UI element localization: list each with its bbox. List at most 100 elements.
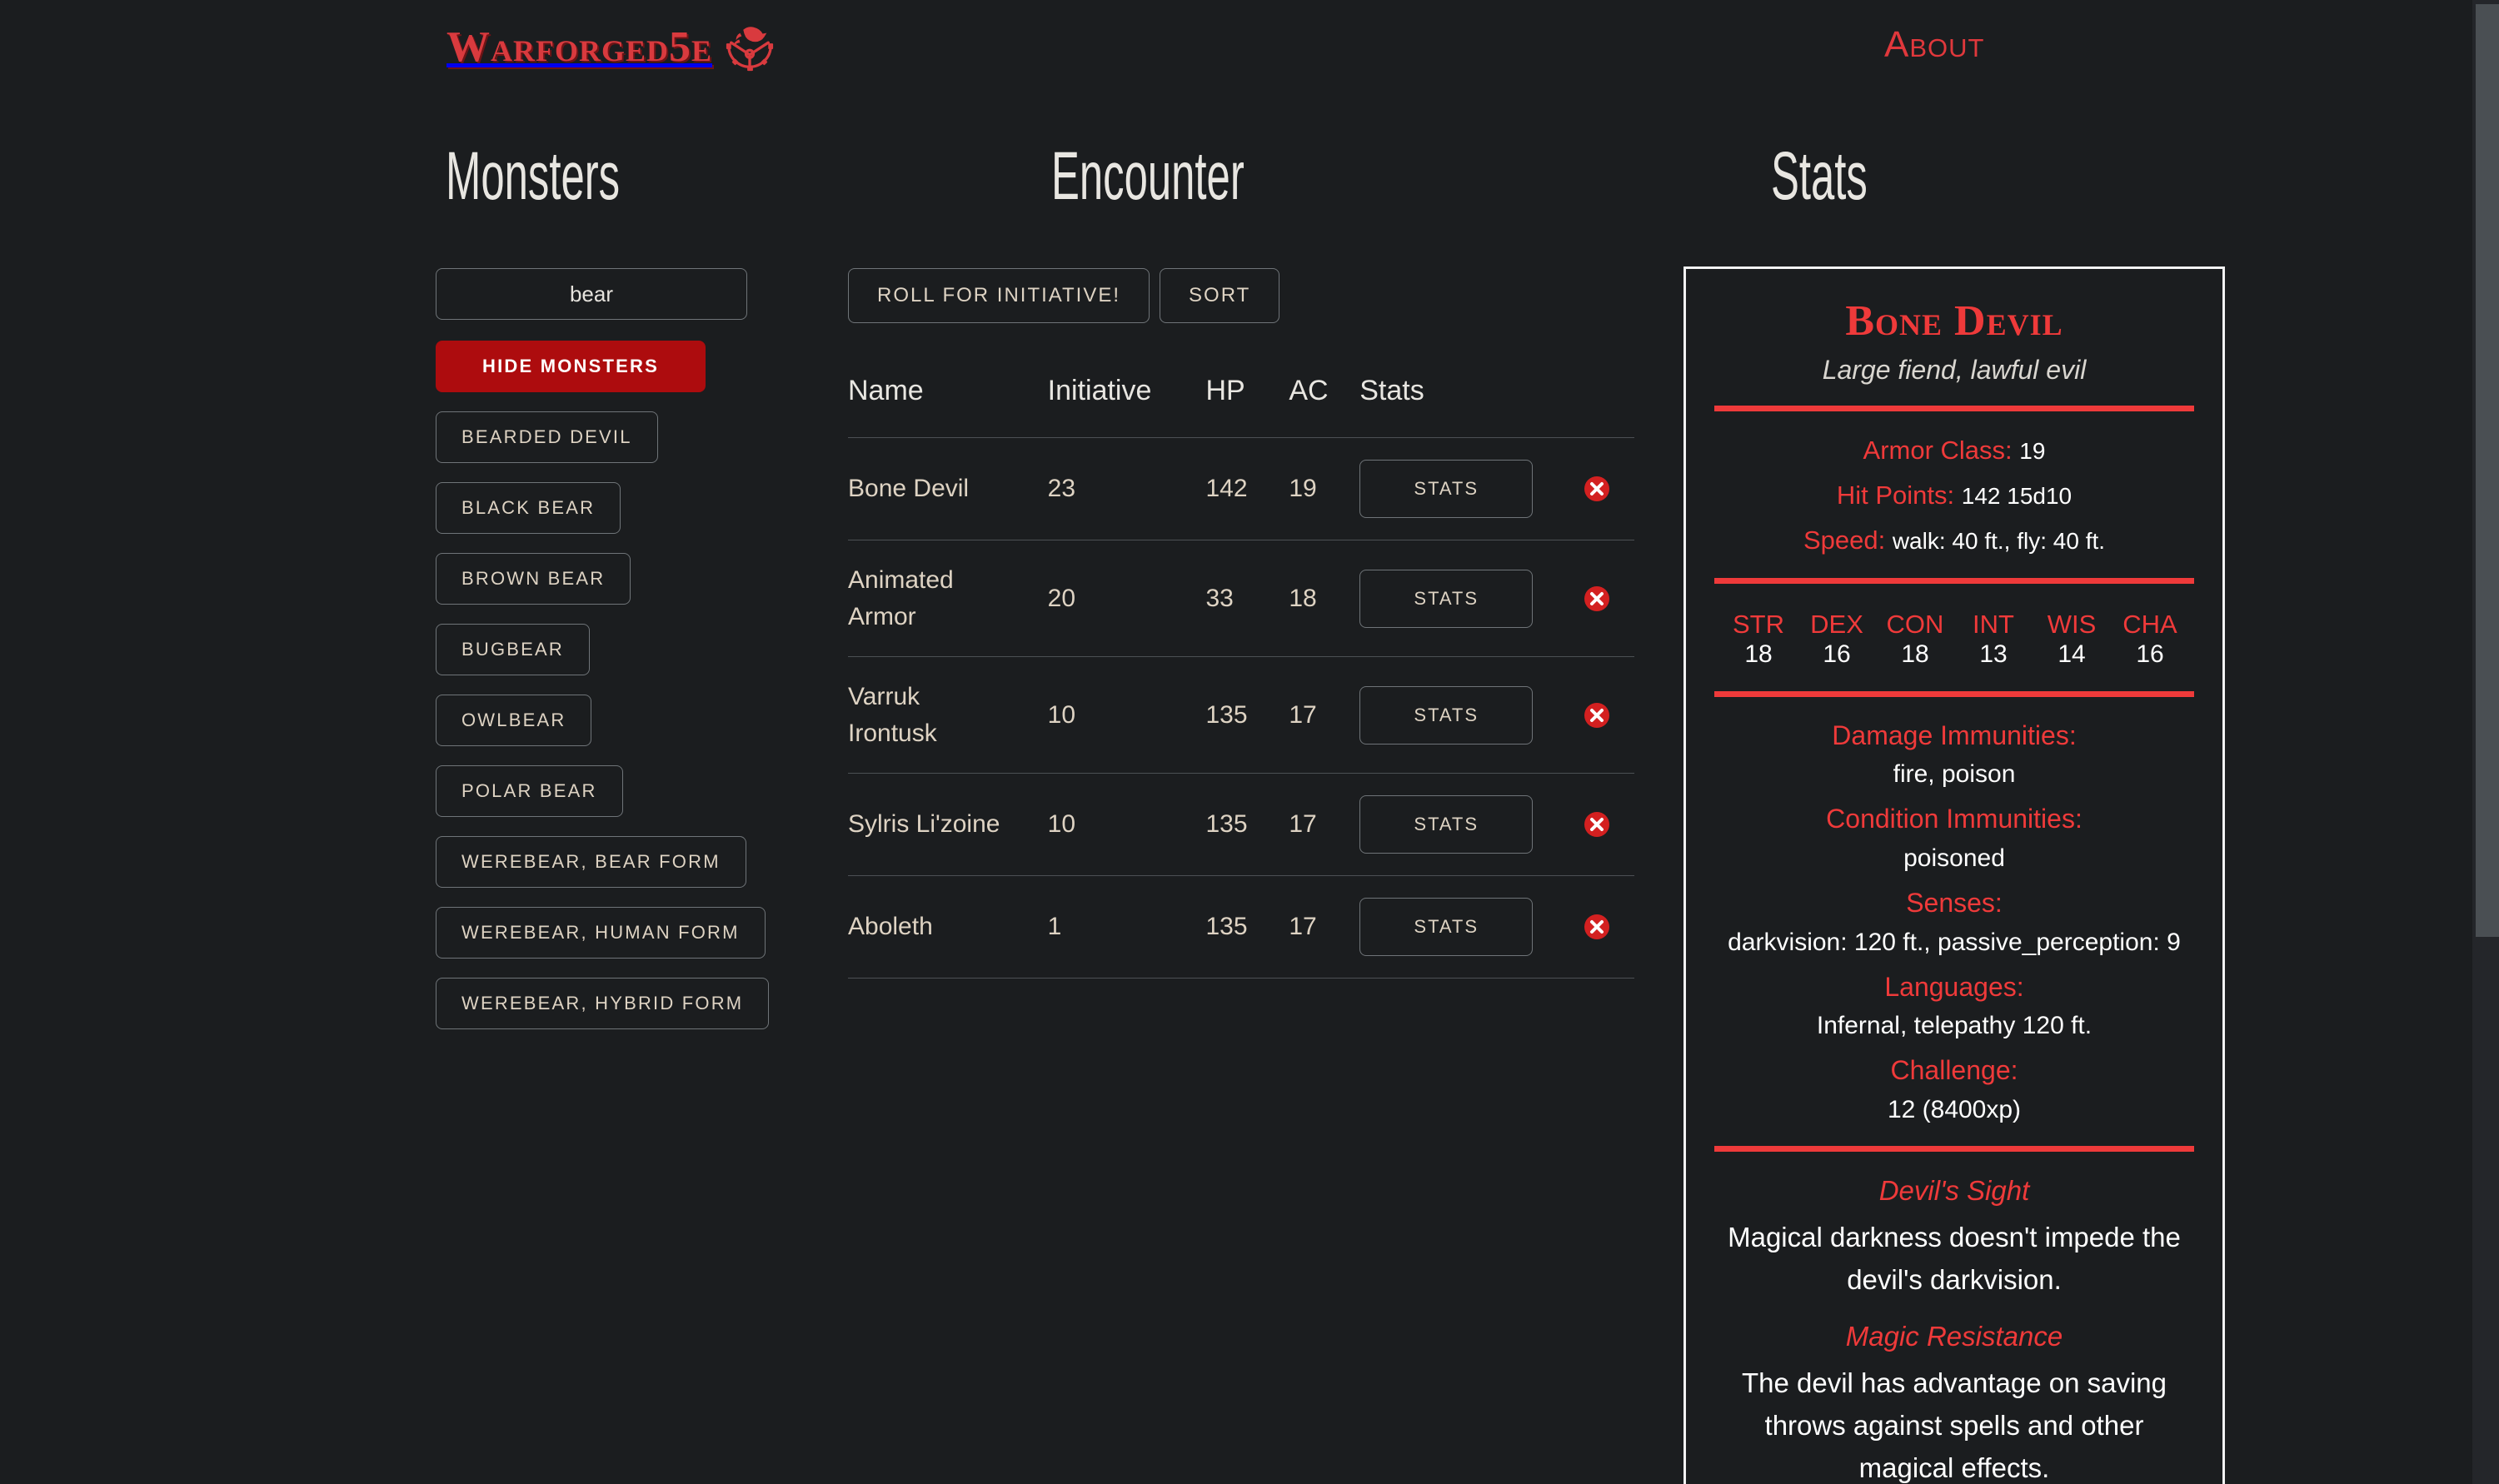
- row-stats-button[interactable]: Stats: [1359, 685, 1534, 744]
- monster-button[interactable]: Brown Bear: [436, 553, 631, 605]
- cell-ac: 17: [1289, 656, 1360, 774]
- encounter-panel: Roll for Initiative! Sort Name Initiativ…: [848, 268, 1681, 979]
- monster-search-input[interactable]: [436, 268, 747, 320]
- encounter-actions: Roll for Initiative! Sort: [848, 268, 1681, 323]
- statblock-property: Damage Immunities: fire, poison: [1714, 719, 2194, 791]
- trait-name: Magic Resistance: [1845, 1320, 2063, 1352]
- monster-button[interactable]: Werebear, Bear Form: [436, 836, 746, 888]
- cell-name: Varruk Irontusk: [848, 656, 1048, 774]
- monster-button[interactable]: Polar Bear: [436, 765, 623, 817]
- top-bar: Warforged5e About: [0, 0, 2472, 129]
- property-value: fire, poison: [1893, 760, 2016, 789]
- monsters-column-heading: Monsters: [446, 138, 621, 214]
- ability-label: INT: [1973, 609, 2014, 639]
- close-circle-icon[interactable]: [1582, 912, 1612, 942]
- monster-button[interactable]: Werebear, Human Form: [436, 907, 766, 959]
- row-monster-name: Animated Armor: [848, 566, 954, 630]
- cell-hp: 135: [1205, 773, 1289, 876]
- encounter-column-heading: Encounter: [1051, 138, 1245, 214]
- statblock-divider-top: [1714, 406, 2194, 411]
- statblock-trait: Devil's Sight Magical darkness doesn't im…: [1714, 1173, 2194, 1301]
- armor-class-label: Armor Class:: [1863, 436, 2013, 465]
- cell-stats: Stats: [1359, 540, 1560, 657]
- monster-button[interactable]: Bearded Devil: [436, 411, 658, 463]
- ability-str: STR 18: [1719, 609, 1798, 670]
- property-label: Damage Immunities:: [1832, 720, 2077, 750]
- encounter-table: Name Initiative HP AC Stats Bone Devil 23…: [848, 375, 1634, 979]
- statblock-panel: Bone Devil Large fiend, lawful evil Armo…: [1683, 266, 2225, 1484]
- close-circle-icon[interactable]: [1582, 584, 1612, 614]
- property-value: Infernal, telepathy 120 ft.: [1816, 1012, 2092, 1040]
- statblock-trait: Magic Resistance The devil has advantage …: [1714, 1319, 2194, 1484]
- ability-label: STR: [1733, 609, 1784, 639]
- close-circle-icon[interactable]: [1582, 474, 1612, 504]
- row-stats-button[interactable]: Stats: [1359, 898, 1534, 956]
- encounter-table-head: Name Initiative HP AC Stats: [848, 375, 1634, 438]
- brand-wordmark: Warforged5e: [446, 23, 713, 71]
- armor-class-value: 19: [2019, 438, 2046, 464]
- cell-initiative: 1: [1047, 875, 1206, 979]
- app-root: Warforged5e About Monsters Encounter Sta…: [0, 0, 2472, 1484]
- close-circle-icon[interactable]: [1582, 700, 1612, 730]
- row-monster-name: Sylris Li'zoine: [848, 810, 1000, 839]
- ability-score: 18: [1744, 640, 1773, 668]
- property-label: Condition Immunities:: [1826, 804, 2082, 834]
- row-stats-button[interactable]: Stats: [1359, 569, 1534, 628]
- column-header-ac: AC: [1289, 375, 1360, 438]
- ability-int: INT 13: [1954, 609, 2033, 670]
- ability-score: 13: [1979, 640, 2008, 668]
- trait-description: Magical darkness doesn't impede the devi…: [1728, 1221, 2181, 1295]
- ability-score: 16: [2136, 640, 2164, 668]
- vertical-scrollbar-thumb[interactable]: [2476, 4, 2499, 937]
- table-row: Aboleth 1 135 17 Stats: [848, 875, 1634, 979]
- row-stats-button[interactable]: Stats: [1359, 460, 1534, 518]
- speed-value: walk: 40 ft., fly: 40 ft.: [1892, 527, 2106, 554]
- table-row: Animated Armor 20 33 18 Stats: [848, 540, 1634, 657]
- table-row: Bone Devil 23 142 19 Stats: [848, 437, 1634, 540]
- close-circle-icon[interactable]: [1582, 809, 1612, 839]
- about-link[interactable]: About: [1884, 27, 1984, 63]
- row-monster-name: Bone Devil: [848, 475, 970, 503]
- ability-label: DEX: [1810, 609, 1863, 639]
- column-header-stats: Stats: [1359, 375, 1560, 438]
- cell-initiative: 20: [1047, 540, 1206, 657]
- ability-label: CON: [1886, 609, 1944, 639]
- sort-button[interactable]: Sort: [1160, 268, 1280, 323]
- cell-delete: [1559, 656, 1634, 774]
- ability-scores: STR 18 DEX 16 CON 18 INT 13 WIS 14 CHA 16: [1714, 605, 2194, 671]
- ability-score: 18: [1901, 640, 1929, 668]
- property-value: 12 (8400xp): [1887, 1095, 2022, 1123]
- cell-hp: 33: [1205, 540, 1289, 657]
- property-label: Challenge:: [1890, 1055, 2018, 1086]
- cell-ac: 17: [1289, 875, 1360, 979]
- ability-dex: DEX 16: [1798, 609, 1876, 670]
- column-header-delete: [1559, 375, 1634, 438]
- stats-column-heading: Stats: [1771, 138, 1868, 214]
- statblock-properties: Damage Immunities: fire, poison Condition …: [1714, 719, 2194, 1126]
- monster-button[interactable]: Werebear, Hybrid Form: [436, 978, 770, 1029]
- monster-button[interactable]: Owlbear: [436, 695, 592, 746]
- statblock-creature-name: Bone Devil: [1845, 297, 2063, 345]
- cell-ac: 18: [1289, 540, 1360, 657]
- vertical-scrollbar-track[interactable]: [2472, 0, 2499, 1484]
- statblock-speed: Speed: walk: 40 ft., fly: 40 ft.: [1714, 523, 2194, 558]
- property-value: poisoned: [1903, 844, 2005, 872]
- brand-logo-link[interactable]: Warforged5e: [446, 22, 776, 73]
- cell-stats: Stats: [1359, 437, 1560, 540]
- statblock-traits: Devil's Sight Magical darkness doesn't im…: [1714, 1173, 2194, 1484]
- monster-button[interactable]: Bugbear: [436, 624, 590, 675]
- hide-monsters-button[interactable]: Hide Monsters: [436, 341, 706, 392]
- cell-delete: [1559, 875, 1634, 979]
- monsters-panel: Hide Monsters Bearded Devil Black Bear Bro…: [436, 268, 786, 1029]
- statblock-hit-points: Hit Points: 142 15d10: [1714, 478, 2194, 513]
- hit-points-label: Hit Points:: [1836, 480, 1955, 510]
- roll-for-initiative-button[interactable]: Roll for Initiative!: [848, 268, 1150, 323]
- monster-button[interactable]: Black Bear: [436, 482, 621, 534]
- row-stats-button[interactable]: Stats: [1359, 795, 1534, 854]
- trait-description: The devil has advantage on saving throws…: [1741, 1367, 2167, 1484]
- ability-label: WIS: [2047, 609, 2097, 639]
- ability-label: CHA: [2122, 609, 2177, 639]
- property-label: Languages:: [1884, 971, 2024, 1002]
- cell-delete: [1559, 540, 1634, 657]
- statblock-property: Languages: Infernal, telepathy 120 ft.: [1714, 970, 2194, 1043]
